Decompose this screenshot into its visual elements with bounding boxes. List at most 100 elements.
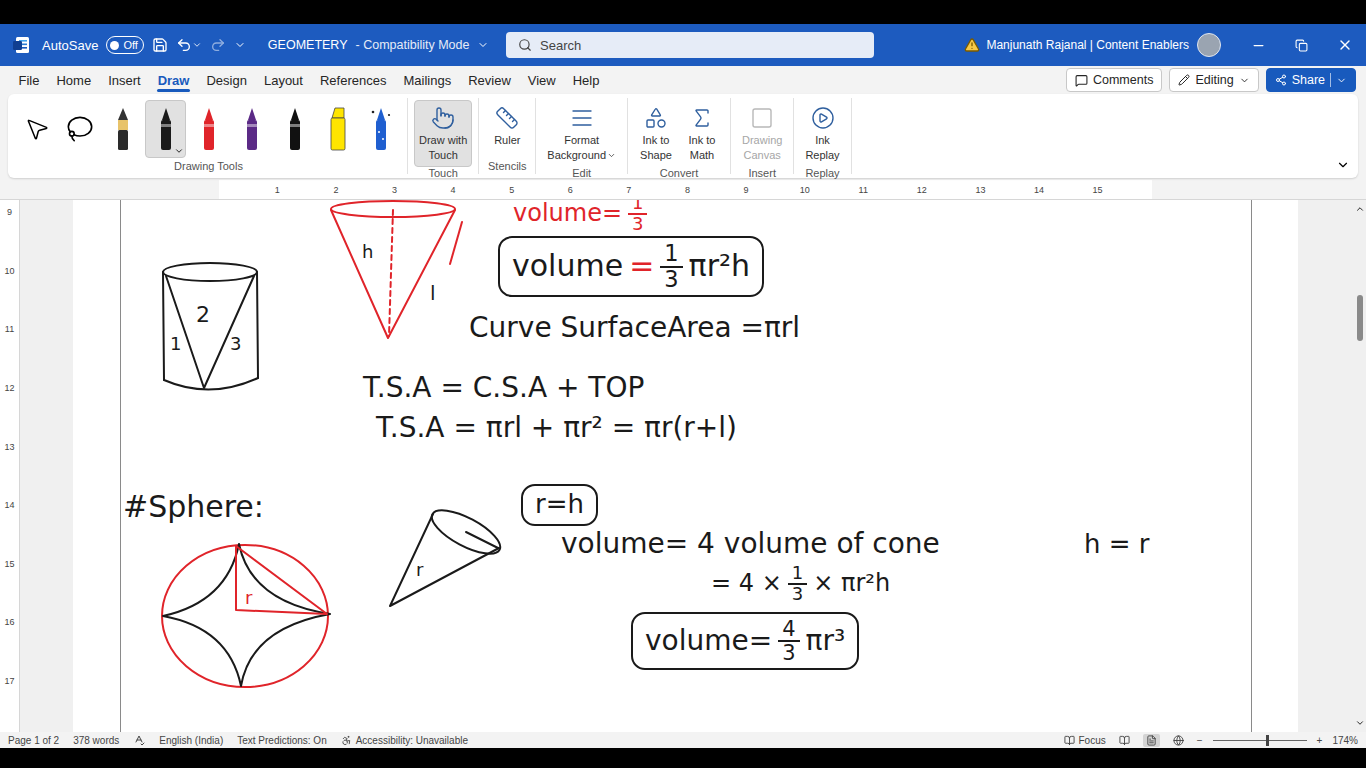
ribbon-tab[interactable]: Design (198, 66, 255, 94)
ink-text: πr²h (689, 249, 750, 284)
ink-canvas[interactable]: 123hlrrvolume=13volume=13πr²hCurve Surfa… (120, 200, 1252, 732)
ribbon-tab[interactable]: Review (460, 66, 520, 94)
share-divider (1330, 73, 1331, 87)
zoom-reading[interactable]: 174% (1332, 735, 1358, 746)
ribbon-tab[interactable]: View (519, 66, 564, 94)
ink-text: volume= (645, 625, 772, 657)
undo-button[interactable] (176, 37, 202, 53)
close-button[interactable] (1323, 24, 1366, 66)
chevron-down-icon (607, 151, 616, 160)
autosave-toggle[interactable]: Off (106, 36, 143, 54)
scroll-up-icon[interactable] (1355, 204, 1365, 214)
status-item[interactable]: English (India) (159, 735, 223, 746)
highlighter-icon (327, 106, 349, 152)
avatar-icon[interactable] (1197, 33, 1221, 57)
comments-button[interactable]: Comments (1066, 68, 1162, 92)
scroll-thumb[interactable] (1357, 295, 1363, 341)
ribbon-tab[interactable]: Home (48, 66, 100, 94)
vertical-ruler-list: 91011121314151617 (0, 200, 19, 710)
ribbon-button-icon (811, 106, 835, 130)
drawing-tools (16, 100, 401, 160)
numerator: 1 (788, 564, 807, 585)
ribbon-group: Drawing Tools (8, 98, 408, 174)
status-item[interactable]: 378 words (73, 735, 119, 746)
ribbon-tab[interactable]: Help (564, 66, 608, 94)
minimize-button[interactable] (1237, 24, 1280, 66)
pen-tool[interactable] (188, 100, 229, 158)
status-item[interactable] (133, 734, 145, 746)
view-button[interactable] (1116, 734, 1133, 747)
ribbon-tab[interactable]: Layout (255, 66, 311, 94)
ribbon-button[interactable]: DrawingCanvas (737, 100, 787, 167)
ink-text: r=h (535, 490, 584, 520)
denominator: 3 (778, 642, 799, 664)
editing-button[interactable]: Editing (1169, 68, 1258, 92)
ribbon-button[interactable]: FormatBackground (542, 100, 621, 167)
view-button[interactable] (1170, 734, 1187, 747)
compatibility-mode[interactable]: - Compatibility Mode (356, 38, 470, 52)
search-box[interactable]: Search (506, 32, 874, 58)
redo-button[interactable] (210, 37, 226, 53)
select-tool[interactable] (16, 100, 57, 158)
zoom-slider[interactable] (1213, 740, 1307, 741)
share-button[interactable]: Share (1266, 68, 1356, 92)
pen-tool[interactable] (360, 100, 401, 158)
title-right: Manjunath Rajanal | Content Enablers (874, 24, 1366, 66)
ribbon-button[interactable]: Draw withTouch (414, 100, 472, 167)
button-label: Replay (805, 149, 839, 162)
zoom-out-button[interactable]: − (1197, 735, 1203, 746)
vertical-scrollbar[interactable] (1354, 200, 1366, 732)
ink-text: πr³ (806, 625, 846, 657)
ribbon-button[interactable]: Ruler (485, 100, 529, 152)
ruler-number: 16 (0, 593, 19, 652)
ribbon-tab[interactable]: References (311, 66, 394, 94)
pen-tool[interactable] (231, 100, 272, 158)
scroll-down-icon[interactable] (1355, 718, 1365, 728)
scroll-track[interactable] (1354, 214, 1366, 718)
chevron-down-icon (234, 39, 246, 51)
pen-tool[interactable] (102, 100, 143, 158)
lasso-tool[interactable] (59, 100, 100, 158)
ruler-number: 2 (307, 185, 366, 195)
ribbon-tab[interactable]: File (10, 66, 48, 94)
pen-options[interactable] (174, 146, 184, 156)
restore-icon (1295, 39, 1308, 52)
group-label: Convert (634, 167, 724, 179)
ink-text: #Sphere: (123, 490, 264, 525)
view-button[interactable] (1143, 734, 1160, 747)
status-item[interactable]: Text Predictions: On (237, 735, 326, 746)
ribbon-tab[interactable]: Draw (149, 66, 198, 94)
save-button[interactable] (152, 37, 168, 53)
ink-text: Curve SurfaceArea =πrl (469, 312, 800, 344)
ribbon-tab[interactable]: Mailings (395, 66, 460, 94)
view-icon (1146, 735, 1157, 746)
zoom-thumb[interactable] (1266, 735, 1269, 746)
group-label: Stencils (485, 160, 529, 174)
focus-button[interactable]: Focus (1064, 735, 1106, 746)
pen-icon (155, 106, 177, 152)
pen-tool[interactable] (274, 100, 315, 158)
ribbon-group: InkReplayReplay (794, 98, 851, 174)
user-name[interactable]: Manjunath Rajanal | Content Enablers (986, 38, 1189, 52)
restore-button[interactable] (1280, 24, 1323, 66)
ribbon-button[interactable]: Ink toMath (680, 100, 724, 167)
ribbon-group: DrawingCanvasInsert (731, 98, 794, 174)
status-item[interactable]: Page 1 of 2 (8, 735, 59, 746)
customize-button[interactable] (234, 39, 246, 51)
ribbon-button[interactable]: InkReplay (800, 100, 844, 167)
ribbon-group: Ruler Stencils (479, 98, 536, 174)
collapse-ribbon[interactable] (1336, 158, 1350, 172)
pen-tool[interactable] (145, 100, 186, 158)
status-item[interactable]: Accessibility: Unavailable (341, 735, 468, 746)
figure-label: l (430, 281, 436, 305)
pen-tool[interactable] (317, 100, 358, 158)
pen-icon (198, 106, 220, 152)
toggle-knob (110, 41, 119, 50)
ribbon-tab[interactable]: Insert (100, 66, 150, 94)
redo-icon (210, 37, 226, 53)
ink-formula: T.S.A = πrl + πr² = πr(r+l) (376, 412, 737, 444)
ribbon-button[interactable]: Ink toShape (634, 100, 678, 167)
pen-icon (284, 106, 306, 152)
ruler-number: 9 (717, 185, 776, 195)
zoom-in-button[interactable]: + (1317, 735, 1323, 746)
